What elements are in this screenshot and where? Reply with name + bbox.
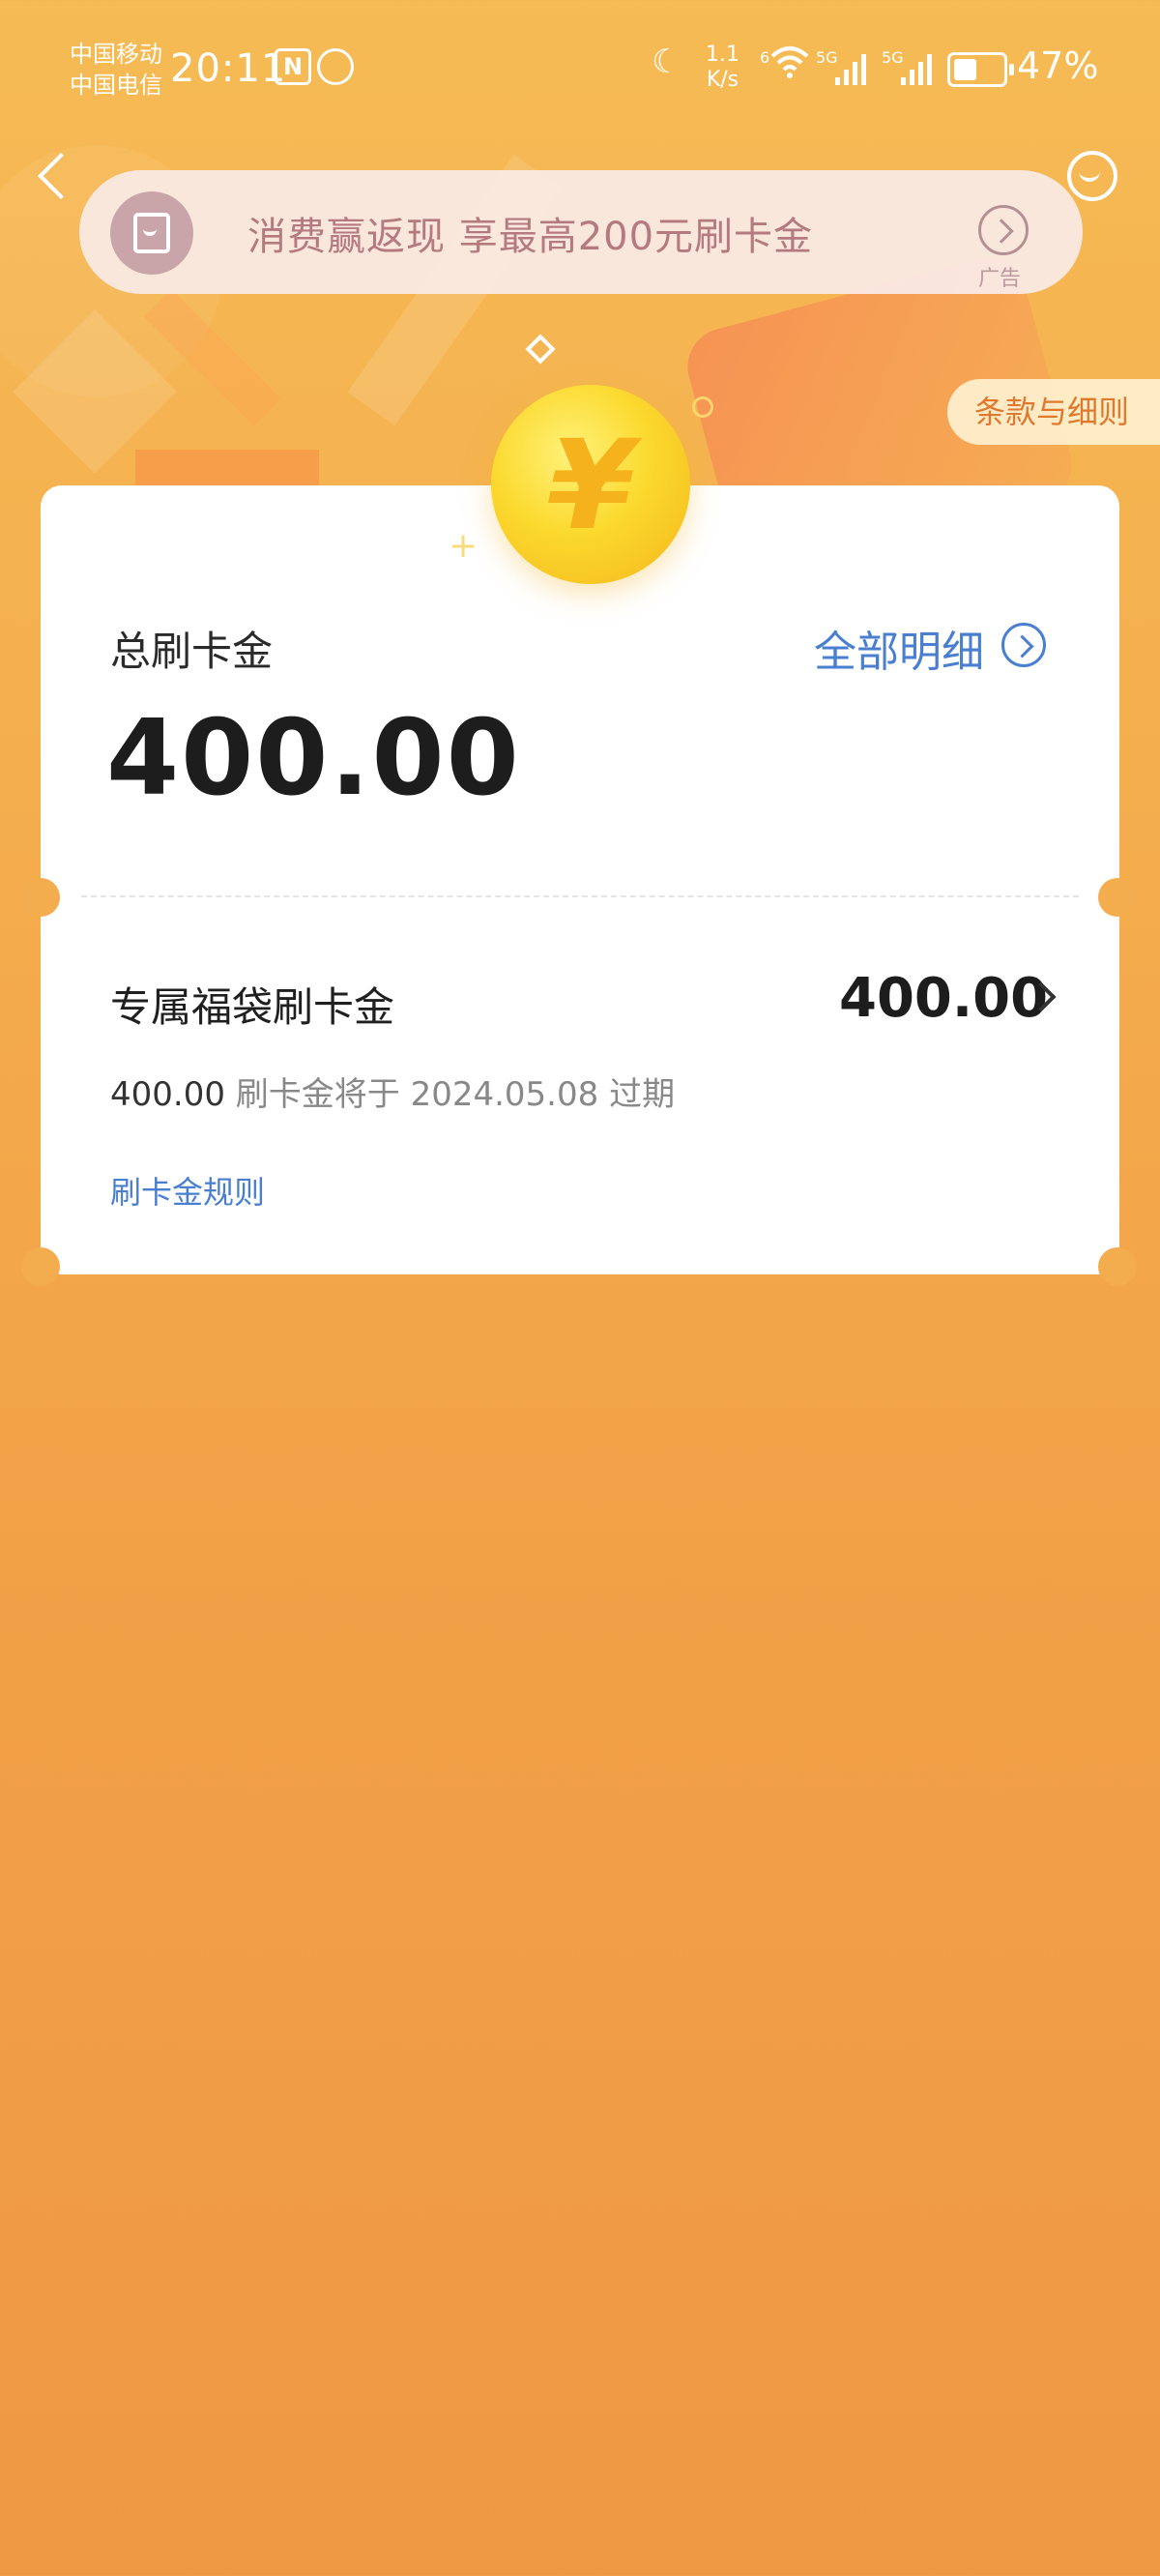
background-bar — [144, 289, 281, 426]
ad-tag: 广告 — [978, 267, 1022, 291]
moon-icon: ☾ — [652, 43, 682, 81]
carrier-info: 中国移动 中国电信 — [70, 39, 162, 101]
rules-link[interactable]: 刷卡金规则 — [110, 1168, 265, 1213]
network-speed-unit: K/s — [706, 68, 740, 92]
terms-button[interactable]: 条款与细则 — [947, 379, 1160, 445]
customer-service-icon[interactable] — [1063, 147, 1117, 201]
card-notch — [1098, 878, 1137, 917]
background-rect — [135, 450, 319, 488]
signal-icon — [835, 50, 874, 85]
coin-icon: ¥ — [491, 385, 690, 584]
expire-amount: 400.00 — [110, 1075, 225, 1114]
network-speed: 1.1 K/s — [706, 43, 740, 93]
sparkle-icon: + — [449, 526, 478, 566]
battery-icon — [947, 52, 1014, 87]
item-title[interactable]: 专属福袋刷卡金 — [110, 975, 394, 1034]
ad-banner[interactable]: 消费赢返现 享最高200元刷卡金 广告 — [79, 170, 1083, 294]
carrier-2: 中国电信 — [70, 72, 162, 99]
ad-text: 消费赢返现 享最高200元刷卡金 — [247, 215, 814, 259]
wifi-icon — [769, 43, 810, 89]
card-notch — [21, 878, 60, 917]
total-amount: 400.00 — [106, 698, 521, 819]
balance-card — [41, 485, 1119, 1274]
chevron-right-circle-icon[interactable] — [1001, 623, 1046, 667]
red-envelope-icon — [110, 191, 193, 275]
total-label: 总刷卡金 — [110, 628, 274, 675]
nfc-icon: N — [275, 48, 311, 85]
sparkle-icon — [525, 334, 556, 365]
status-bar: 中国移动 中国电信 20:11 N ☾ 1.1 K/s 6 5G 5G 47% — [0, 0, 1160, 135]
ad-arrow-icon[interactable] — [978, 205, 1029, 255]
expire-text: 刷卡金将于 2024.05.08 过期 — [235, 1075, 676, 1114]
signal-icon-2 — [901, 50, 940, 85]
background-diamond — [13, 309, 177, 474]
alarm-icon — [317, 48, 354, 85]
all-details-link[interactable]: 全部明细 — [814, 617, 984, 679]
back-button[interactable] — [35, 150, 73, 204]
battery-level — [954, 59, 976, 80]
clock: 20:11 — [170, 46, 287, 91]
network-speed-value: 1.1 — [706, 43, 740, 67]
carrier-1: 中国移动 — [70, 41, 162, 68]
wifi-label: 6 — [760, 48, 770, 67]
expire-info: 400.00 刷卡金将于 2024.05.08 过期 — [110, 1068, 675, 1115]
sparkle-icon — [692, 396, 713, 418]
card-notch — [1098, 1247, 1137, 1286]
battery-percent: 47% — [1017, 44, 1099, 87]
item-amount[interactable]: 400.00 — [839, 967, 1048, 1030]
card-divider — [81, 895, 1079, 897]
card-notch — [21, 1247, 60, 1286]
